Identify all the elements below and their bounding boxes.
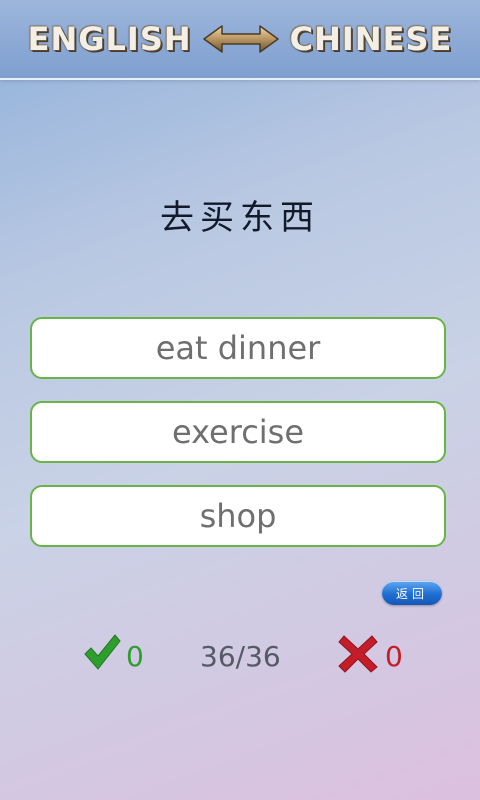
header-title: ENGLISH CHINESE <box>28 20 453 58</box>
double-arrow-icon <box>202 25 279 53</box>
header-right-label: CHINESE <box>289 20 453 58</box>
app-header: ENGLISH CHINESE <box>0 0 480 78</box>
option-button-3[interactable]: shop <box>30 485 446 547</box>
option-label: eat dinner <box>155 329 321 367</box>
cross-icon <box>338 635 378 673</box>
prompt-word: 去买东西 <box>160 198 320 238</box>
header-left-label: ENGLISH <box>27 20 192 58</box>
option-label: shop <box>199 497 277 535</box>
option-button-2[interactable]: exercise <box>30 401 446 463</box>
option-button-1[interactable]: eat dinner <box>30 317 446 379</box>
check-icon <box>84 634 121 670</box>
back-button-label: 返回 <box>395 586 428 601</box>
question-progress: 36/36 <box>200 640 281 673</box>
wrong-count: 0 <box>385 640 403 673</box>
option-label: exercise <box>171 413 305 451</box>
back-button[interactable]: 返回 <box>382 581 442 605</box>
correct-count: 0 <box>126 640 144 673</box>
